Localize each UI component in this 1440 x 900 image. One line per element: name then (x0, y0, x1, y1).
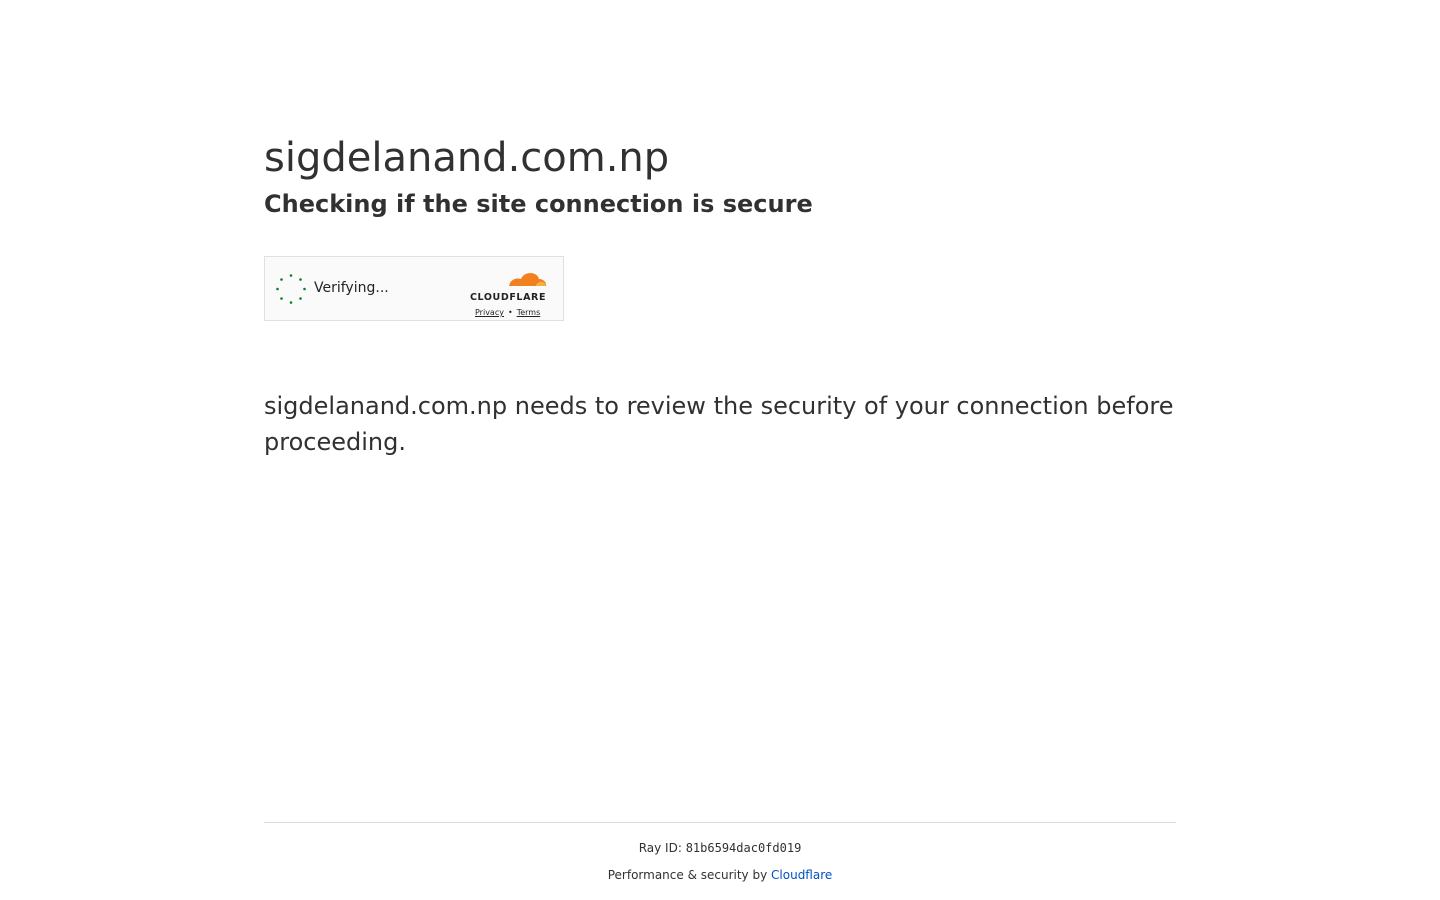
verifying-status: Verifying... (314, 280, 389, 296)
loading-spinner-icon (276, 274, 306, 304)
privacy-link[interactable]: Privacy (475, 308, 504, 317)
security-message: sigdelanand.com.np needs to review the s… (264, 392, 1174, 456)
performance-label: Performance & security by (607, 868, 768, 882)
link-separator: • (507, 308, 513, 317)
cloudflare-wordmark: CLOUDFLARE (470, 292, 546, 303)
page-subtitle: Checking if the site connection is secur… (264, 190, 813, 218)
widget-links: Privacy • Terms (475, 308, 549, 318)
cloudflare-logo-icon[interactable]: CLOUDFLARE (469, 267, 549, 305)
ray-id-line: Ray ID: 81b6594dac0fd019 (0, 840, 1440, 856)
performance-line: Performance & security by Cloudflare (0, 867, 1440, 883)
main-content: sigdelanand.com.np Checking if the site … (264, 132, 1176, 219)
footer-divider (264, 822, 1176, 823)
cloudflare-link[interactable]: Cloudflare (771, 868, 832, 882)
ray-id-label: Ray ID: (638, 841, 682, 855)
cloudflare-brand: CLOUDFLARE Privacy • Terms (469, 267, 549, 317)
page-title: sigdelanand.com.np (264, 135, 670, 181)
ray-id-value: 81b6594dac0fd019 (685, 841, 802, 855)
terms-link[interactable]: Terms (517, 308, 541, 317)
turnstile-widget[interactable]: Verifying... CLOUDFLARE Privacy • Terms (264, 256, 564, 321)
